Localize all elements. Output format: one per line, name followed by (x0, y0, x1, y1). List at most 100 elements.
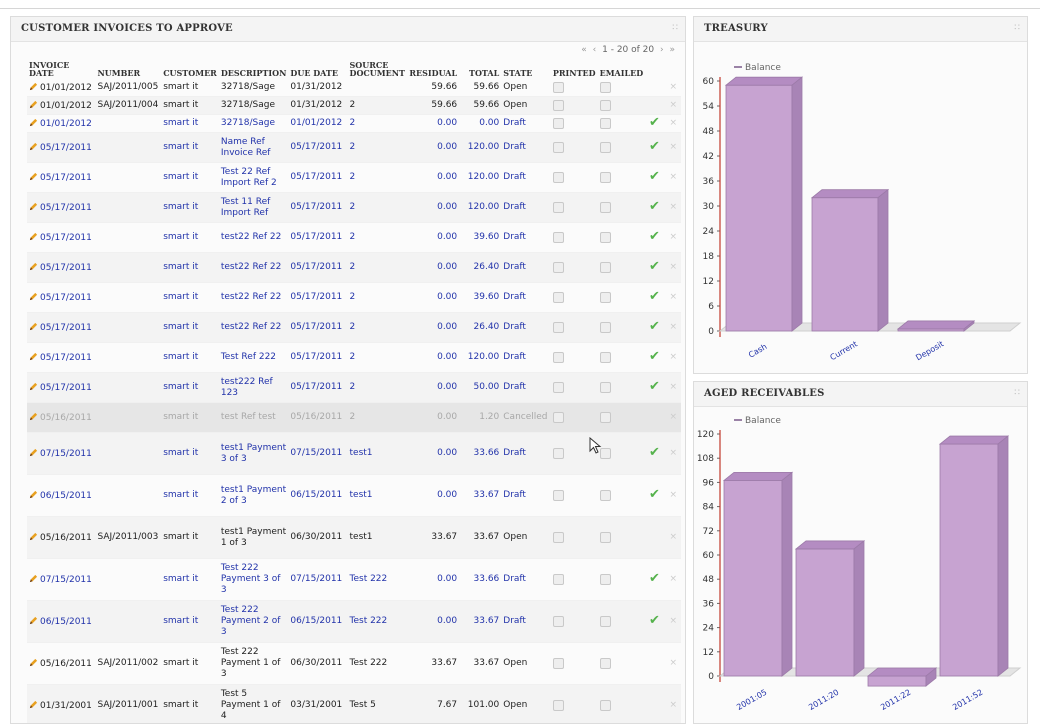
pencil-edit-icon[interactable] (29, 574, 38, 583)
invoices-panel-header[interactable]: CUSTOMER INVOICES TO APPROVE ∷ (11, 17, 685, 42)
emailed-checkbox[interactable] (599, 573, 611, 585)
printed-checkbox[interactable] (552, 531, 564, 543)
emailed-checkbox[interactable] (599, 321, 611, 333)
remove-icon[interactable]: × (669, 616, 677, 626)
printed-checkbox[interactable] (552, 573, 564, 585)
pencil-edit-icon[interactable] (29, 382, 38, 391)
aged-receivables-panel-header[interactable]: AGED RECEIVABLES ∷ (694, 382, 1027, 407)
pencil-edit-icon[interactable] (29, 262, 38, 271)
approve-checkmark-icon[interactable]: ✔ (649, 487, 660, 502)
column-header-state[interactable]: STATE (501, 59, 551, 79)
printed-checkbox[interactable] (552, 201, 564, 213)
approve-checkmark-icon[interactable]: ✔ (649, 445, 660, 460)
pencil-edit-icon[interactable] (29, 322, 38, 331)
remove-icon[interactable]: × (669, 292, 677, 302)
table-row[interactable]: 01/01/2012 SAJ/2011/004 smart it 32718/Sage… (27, 96, 681, 115)
emailed-checkbox[interactable] (599, 657, 611, 669)
column-header-emailed[interactable]: EMAILED (598, 59, 647, 79)
remove-icon[interactable]: × (669, 490, 677, 500)
approve-checkmark-icon[interactable]: ✔ (649, 289, 660, 304)
remove-icon[interactable]: × (669, 382, 677, 392)
table-row[interactable]: 05/17/2011 smart it test22 Ref 22 05/17/201… (27, 312, 681, 343)
treasury-panel-header[interactable]: TREASURY ∷ (694, 17, 1027, 42)
column-header-description[interactable]: DESCRIPTION (219, 59, 289, 79)
remove-icon[interactable]: × (669, 700, 677, 710)
approve-checkmark-icon[interactable]: ✔ (649, 139, 660, 154)
table-row[interactable]: 06/15/2011 smart it Test 222 Payment 2 of … (27, 600, 681, 643)
pager-next-button[interactable]: › (660, 45, 664, 55)
pager-last-button[interactable]: » (669, 45, 675, 55)
remove-icon[interactable]: × (669, 82, 677, 92)
approve-checkmark-icon[interactable]: ✔ (649, 319, 660, 334)
table-row[interactable]: 05/17/2011 smart it Test Ref 222 05/17/2011… (27, 342, 681, 373)
printed-checkbox[interactable] (552, 321, 564, 333)
printed-checkbox[interactable] (552, 81, 564, 93)
table-row[interactable]: 05/17/2011 smart it test222 Ref 123 05/17/2… (27, 372, 681, 403)
pencil-edit-icon[interactable] (29, 658, 38, 667)
remove-icon[interactable]: × (669, 232, 677, 242)
emailed-checkbox[interactable] (599, 615, 611, 627)
approve-checkmark-icon[interactable]: ✔ (649, 613, 660, 628)
pager-first-button[interactable]: « (581, 45, 587, 55)
pencil-edit-icon[interactable] (29, 448, 38, 457)
printed-checkbox[interactable] (552, 291, 564, 303)
drag-handle-icon[interactable]: ∷ (1014, 23, 1020, 33)
table-row[interactable]: 05/16/2011 smart it test Ref test 05/16/201… (27, 402, 681, 433)
remove-icon[interactable]: × (669, 412, 677, 422)
pager-prev-button[interactable]: ‹ (593, 45, 597, 55)
approve-checkmark-icon[interactable]: ✔ (649, 349, 660, 364)
emailed-checkbox[interactable] (599, 141, 611, 153)
printed-checkbox[interactable] (552, 411, 564, 423)
emailed-checkbox[interactable] (599, 231, 611, 243)
emailed-checkbox[interactable] (599, 489, 611, 501)
approve-checkmark-icon[interactable]: ✔ (649, 259, 660, 274)
remove-icon[interactable]: × (669, 322, 677, 332)
emailed-checkbox[interactable] (599, 201, 611, 213)
remove-icon[interactable]: × (669, 118, 677, 128)
printed-checkbox[interactable] (552, 141, 564, 153)
printed-checkbox[interactable] (552, 261, 564, 273)
table-row[interactable]: 06/15/2011 smart it test1 Payment 2 of 3 06… (27, 474, 681, 517)
printed-checkbox[interactable] (552, 231, 564, 243)
column-header-source-document[interactable]: SOURCE DOCUMENT (348, 59, 408, 79)
pencil-edit-icon[interactable] (29, 100, 38, 109)
table-row[interactable]: 05/17/2011 smart it Name Ref Invoice Ref 05… (27, 132, 681, 163)
approve-checkmark-icon[interactable]: ✔ (649, 571, 660, 586)
pencil-edit-icon[interactable] (29, 352, 38, 361)
emailed-checkbox[interactable] (599, 411, 611, 423)
table-row[interactable]: 07/15/2011 smart it test1 Payment 3 of 3 07… (27, 432, 681, 475)
pencil-edit-icon[interactable] (29, 82, 38, 91)
column-header-number[interactable]: NUMBER (95, 59, 161, 79)
table-row[interactable]: 05/16/2011 SAJ/2011/002 smart it Test 222 P… (27, 642, 681, 685)
table-row[interactable]: 01/01/2012 SAJ/2011/005 smart it 32718/Sage… (27, 79, 681, 97)
emailed-checkbox[interactable] (599, 261, 611, 273)
column-header-customer[interactable]: CUSTOMER (161, 59, 219, 79)
printed-checkbox[interactable] (552, 615, 564, 627)
emailed-checkbox[interactable] (599, 99, 611, 111)
emailed-checkbox[interactable] (599, 351, 611, 363)
table-row[interactable]: 05/17/2011 smart it test22 Ref 22 05/17/201… (27, 222, 681, 253)
table-row[interactable]: 01/01/2012 smart it 32718/Sage 01/01/2012 2 0… (27, 114, 681, 133)
emailed-checkbox[interactable] (599, 699, 611, 711)
pencil-edit-icon[interactable] (29, 616, 38, 625)
emailed-checkbox[interactable] (599, 381, 611, 393)
approve-checkmark-icon[interactable]: ✔ (649, 115, 660, 130)
emailed-checkbox[interactable] (599, 171, 611, 183)
column-header-printed[interactable]: PRINTED (551, 59, 598, 79)
printed-checkbox[interactable] (552, 117, 564, 129)
printed-checkbox[interactable] (552, 489, 564, 501)
pencil-edit-icon[interactable] (29, 532, 38, 541)
table-row[interactable]: 05/17/2011 smart it test22 Ref 22 05/17/201… (27, 252, 681, 283)
column-header-total[interactable]: TOTAL (459, 59, 501, 79)
pencil-edit-icon[interactable] (29, 172, 38, 181)
table-row[interactable]: 05/17/2011 smart it Test 22 Ref Import Ref… (27, 162, 681, 193)
remove-icon[interactable]: × (669, 202, 677, 212)
table-row[interactable]: 01/31/2001 SAJ/2011/001 smart it Test 5 Pay… (27, 684, 681, 723)
printed-checkbox[interactable] (552, 171, 564, 183)
remove-icon[interactable]: × (669, 262, 677, 272)
emailed-checkbox[interactable] (599, 117, 611, 129)
remove-icon[interactable]: × (669, 100, 677, 110)
printed-checkbox[interactable] (552, 699, 564, 711)
printed-checkbox[interactable] (552, 381, 564, 393)
pencil-edit-icon[interactable] (29, 490, 38, 499)
